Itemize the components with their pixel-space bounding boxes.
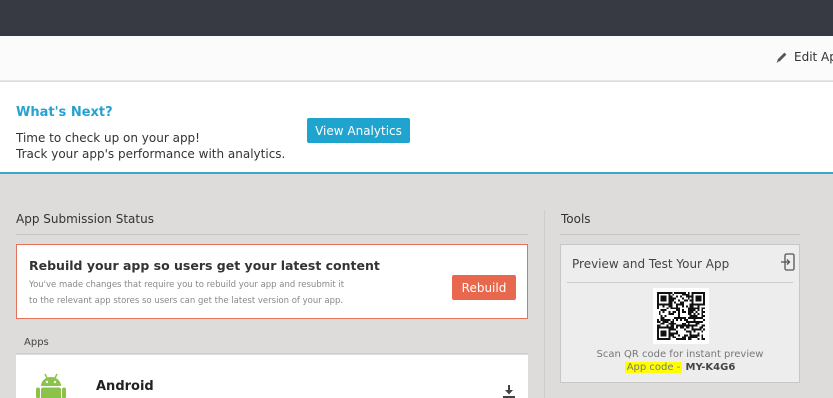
preview-divider bbox=[567, 282, 793, 283]
qr-code[interactable] bbox=[653, 288, 709, 344]
rebuild-alert-card: Rebuild your app so users get your lates… bbox=[16, 244, 528, 319]
download-icon[interactable] bbox=[502, 385, 516, 398]
preview-test-title: Preview and Test Your App bbox=[572, 257, 730, 271]
app-code-value: MY-K4G6 bbox=[685, 362, 736, 373]
apps-heading: Apps bbox=[24, 337, 49, 348]
scan-instruction: Scan QR code for instant preview bbox=[596, 349, 764, 360]
tools-heading: Tools bbox=[561, 212, 591, 226]
rebuild-alert-line-1: You've made changes that require you to … bbox=[29, 280, 345, 290]
whats-next-banner: What's Next? Time to check up on your ap… bbox=[0, 82, 833, 174]
apps-divider bbox=[16, 353, 528, 354]
edit-app-link[interactable]: Edit Ap bbox=[775, 48, 833, 66]
rebuild-alert-title: Rebuild your app so users get your lates… bbox=[29, 258, 380, 273]
whats-next-line-1: Time to check up on your app! bbox=[16, 131, 200, 145]
rebuild-button[interactable]: Rebuild bbox=[452, 275, 516, 300]
section-divider bbox=[16, 234, 528, 235]
android-icon bbox=[36, 373, 66, 398]
edit-app-label: Edit Ap bbox=[794, 50, 833, 64]
column-divider bbox=[544, 210, 545, 398]
whats-next-line-2: Track your app's performance with analyt… bbox=[16, 147, 286, 161]
app-code-label: App code - bbox=[624, 362, 683, 373]
tools-divider bbox=[560, 234, 800, 235]
app-code-separator: - bbox=[676, 362, 681, 373]
rebuild-alert-description: You've made changes that require you to … bbox=[29, 277, 429, 309]
view-analytics-button[interactable]: View Analytics bbox=[307, 118, 410, 143]
app-row-android[interactable]: Android bbox=[16, 355, 528, 398]
app-name: Android bbox=[96, 379, 154, 394]
app-code-line: App code - MY-K4G6 bbox=[561, 362, 799, 373]
pencil-icon bbox=[776, 52, 787, 63]
device-login-icon[interactable] bbox=[781, 253, 795, 271]
app-subheader: Edit Ap bbox=[0, 36, 833, 81]
whats-next-description: Time to check up on your app! Track your… bbox=[16, 130, 285, 162]
rebuild-alert-line-2: to the relevant app stores so users can … bbox=[29, 296, 344, 306]
whats-next-title: What's Next? bbox=[16, 105, 113, 120]
top-navigation-bar bbox=[0, 0, 833, 36]
app-code-label-text: App code bbox=[626, 362, 674, 373]
preview-test-card: Preview and Test Your App Scan QR code f… bbox=[560, 244, 800, 383]
app-submission-status-heading: App Submission Status bbox=[16, 212, 154, 226]
